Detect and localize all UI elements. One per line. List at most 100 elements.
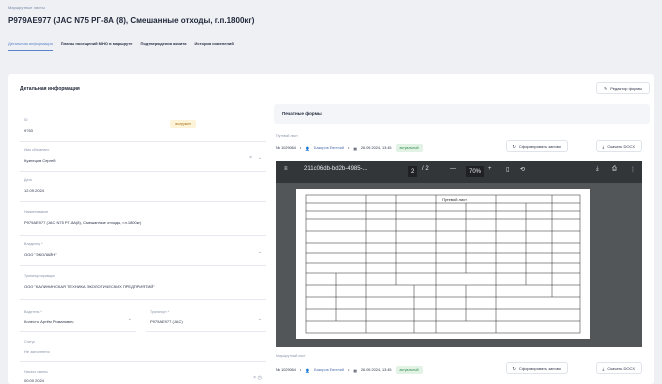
field-driver-label: Имя обновлено [24,148,50,152]
chevron-down-icon[interactable]: ⌄ [258,249,262,255]
clock-icon[interactable]: ◷ [258,375,262,381]
field-shift[interactable]: Начало смены 00:00 2024 × ◷ [20,362,266,384]
zoom-in-button[interactable]: + [488,166,492,172]
tab-visit-plans[interactable]: Планы посещений МНО в маршруте [61,37,133,51]
field-driver-value: Кузнецов Сергей [24,158,56,163]
clear-icon[interactable]: × [249,155,252,161]
refresh-icon: ↻ [512,143,516,149]
form-editor-label: Редактор формы [610,85,642,91]
field-transport-org-value: ООО "КАЛИНИНСКАЯ ТЕХНИКА ЭКОЛОГИЧЕСКИХ П… [24,284,155,289]
field-transport-value: P979AE977 (JAC) [150,319,183,324]
app-window: Маршрутные листы P979AE977 (JAC N75 РГ-8… [0,0,662,384]
download-icon[interactable]: ⤓ [596,166,599,173]
calendar-icon: ▦ [353,368,357,373]
regenerate-button[interactable]: ↻ Сформировать заново [505,362,568,374]
doc-author[interactable]: Бакиров Евгений [314,368,344,372]
breadcrumb[interactable]: Маршрутные листы [8,5,45,10]
field-status[interactable]: Статус Не заполнено [20,332,266,362]
menu-icon[interactable]: ≡ [284,166,288,172]
download-docx-button[interactable]: ⤓ Скачать DOCX [595,362,642,374]
field-date-label: Дата [24,178,32,182]
field-id-value: 9?53 [24,128,33,133]
chevron-down-icon[interactable]: ⌄ [128,316,132,322]
download-icon: ⤓ [602,143,605,149]
field-id-label: ID [24,118,28,122]
print-forms: Печатные формы Путевой лист № 1029064 • … [274,104,650,384]
separator-dot: • [299,368,302,372]
field-shift-label: Начало смены [24,370,48,374]
sheet-title: Путевой лист [442,197,467,202]
print-forms-header: Печатные формы [274,104,650,124]
tab-details[interactable]: Детальная информация [8,37,53,51]
regenerate-label: Сформировать заново [518,365,561,371]
refresh-icon: ↻ [512,365,516,371]
field-driver-select-value: Колесто Артём Романович [24,319,74,324]
field-date[interactable]: Дата 12.09.2024 [20,172,266,202]
doc-number: № 1029064 [276,146,296,150]
doc-date: 26.09.2024, 13:45 [360,368,392,372]
field-driver[interactable]: Имя обновлено Кузнецов Сергей × ⌄ [20,142,266,172]
download-label: Скачать DOCX [607,365,635,371]
chevron-down-icon[interactable]: ⌄ [258,316,262,322]
clear-icon[interactable]: × [253,375,256,381]
page-title: P979AE977 (JAC N75 РГ-8А (8), Смешанные … [8,16,255,25]
user-icon: 👤 [305,368,310,373]
field-carrier-label: Владелец * [24,242,43,246]
field-id: ID 9?53 выгружен [20,112,266,142]
field-status-value: Не заполнено [24,349,50,354]
print-forms-title: Печатные формы [282,111,322,116]
page-input[interactable]: 2 [408,166,418,177]
download-icon: ⤓ [602,365,605,371]
tab-history[interactable]: История изменений [195,37,234,51]
regenerate-button[interactable]: ↻ Сформировать заново [505,140,568,152]
regenerate-label: Сформировать заново [518,143,561,149]
pdf-viewer[interactable]: ≡ 211c06db-bd2b-4985-... 2 / 2 — 70% + ▯… [276,161,642,347]
more-icon[interactable]: ⋮ [630,166,636,173]
field-transport[interactable]: Транспорт * P979AE977 (JAC) ⌄ [146,300,266,332]
zoom-level[interactable]: 70% [466,166,485,177]
rotate-icon[interactable]: ⟲ [520,166,525,173]
field-driver-select-label: Водитель * [24,310,42,314]
chevron-down-icon[interactable]: ⌄ [258,155,262,161]
magic-wand-icon: ✎ [603,85,608,91]
tab-bar: Детальная информация Планы посещений МНО… [8,37,234,51]
page-count: / 2 [422,166,429,172]
calendar-icon: ▦ [353,146,357,151]
field-transport-org[interactable]: Транспортировщик ООО "КАЛИНИНСКАЯ ТЕХНИК… [20,266,266,300]
fit-page-icon[interactable]: ▯ [506,166,509,173]
download-docx-button[interactable]: ⤓ Скачать DOCX [595,140,642,152]
details-header: Детальная информация [20,86,80,92]
doc-number: № 1029064 [276,368,296,372]
field-status-label: Статус [24,340,36,344]
doc-status-badge: актуальный [395,144,423,152]
field-name-value: P979AE977 (JAC N75 РГ-8А(8), Смешанные о… [24,220,142,225]
separator-dot: • [347,146,350,150]
doc-status-badge: актуальный [395,366,423,374]
doc-date: 26.09.2024, 13:45 [360,146,392,150]
status-badge: выгружен [170,120,196,128]
details-form: ID 9?53 выгружен Имя обновлено Кузнецов … [20,112,266,384]
waybill-sheet: Путевой лист [296,189,590,339]
field-transport-org-label: Транспортировщик [24,274,55,278]
separator-dot: • [347,368,350,372]
field-name[interactable]: Наименование P979AE977 (JAC N75 РГ-8А(8)… [20,202,266,236]
separator-dot: • [299,146,302,150]
field-driver-select[interactable]: Водитель * Колесто Артём Романович ⌄ [20,300,136,332]
doc-waybill-label: Путевой лист [276,134,298,138]
pdf-filename: 211c06db-bd2b-4985-... [304,166,368,172]
download-label: Скачать DOCX [607,143,635,149]
field-carrier-value: ООО "ЭКОЛАЙН" [24,252,57,257]
doc-route-meta: № 1029064 • 👤 Бакиров Евгений • ▦ 26.09.… [276,366,423,374]
field-date-value: 12.09.2024 [24,188,45,193]
user-icon: 👤 [305,146,310,151]
pdf-toolbar: ≡ 211c06db-bd2b-4985-... 2 / 2 — 70% + ▯… [276,161,642,183]
doc-route-label: Маршрутный лист [276,354,306,358]
field-carrier[interactable]: Владелец * ООО "ЭКОЛАЙН" ⌄ [20,236,266,266]
tab-confirmations[interactable]: Подтверждения акиита [140,37,186,51]
print-icon[interactable]: ⎙ [612,166,617,173]
form-editor-button[interactable]: ✎ Редактор формы [595,82,650,94]
zoom-out-button[interactable]: — [450,166,456,172]
details-card: Детальная информация ✎ Редактор формы ID… [8,74,654,384]
doc-author[interactable]: Бакиров Евгений [314,146,344,150]
doc-waybill-meta: № 1029064 • 👤 Бакиров Евгений • ▦ 26.09.… [276,144,423,152]
